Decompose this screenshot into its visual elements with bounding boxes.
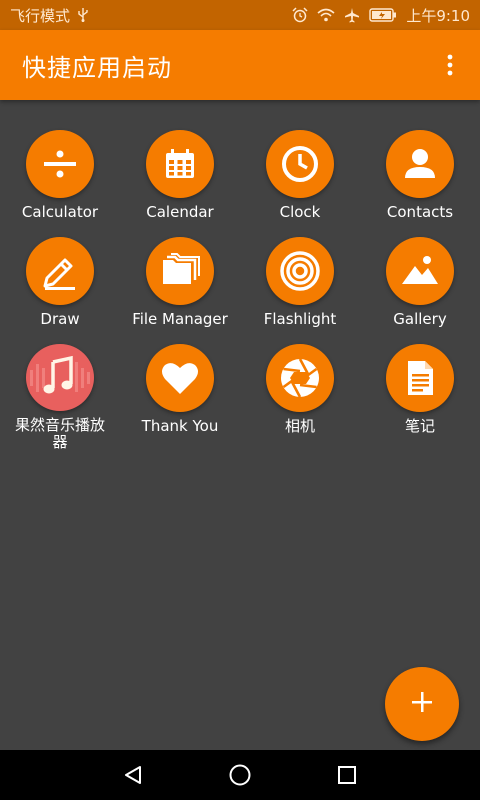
calculator-icon [26,130,94,198]
camera-icon [266,344,334,412]
status-right: 上午9:10 [292,5,470,26]
app-label: Thank You [141,417,219,435]
app-item-notes[interactable]: 笔记 [360,344,480,451]
app-label: Contacts [386,203,454,221]
app-item-music-player[interactable]: 果然音乐播放器 [0,344,120,451]
app-item-contacts[interactable]: Contacts [360,130,480,237]
add-button[interactable] [385,667,459,741]
app-item-camera[interactable]: 相机 [240,344,360,451]
app-item-file-manager[interactable]: File Manager [120,237,240,344]
app-label: 笔记 [404,417,435,435]
airplane-icon [344,7,360,23]
app-item-flashlight[interactable]: Flashlight [240,237,360,344]
wifi-icon [317,8,335,22]
usb-icon [78,8,88,22]
airplane-mode-text: 飞行模式 [10,6,71,25]
app-label: Gallery [393,310,447,328]
status-left: 飞行模式 [10,5,88,26]
alarm-icon [292,7,308,23]
app-label: Flashlight [263,310,337,328]
music-icon [26,344,94,411]
app-item-calculator[interactable]: Calculator [0,130,120,237]
app-label: File Manager [132,310,228,328]
app-label: Calendar [146,203,214,221]
gallery-icon [386,237,454,305]
app-item-clock[interactable]: Clock [240,130,360,237]
app-label: Clock [279,203,321,221]
app-item-thank-you[interactable]: Thank You [120,344,240,451]
app-label: 相机 [284,417,315,435]
notes-icon [386,344,454,412]
app-label: Draw [40,310,80,328]
add-icon [411,691,433,717]
app-label: Calculator [21,203,99,221]
recents-icon[interactable] [317,750,377,800]
app-label: 果然音乐播放器 [14,416,105,451]
app-grid: Calculator Calendar Clock Contacts Draw … [0,130,480,451]
flashlight-icon [266,237,334,305]
folder-icon [146,237,214,305]
back-icon[interactable] [103,750,163,800]
app-bar: 快捷应用启动 [0,30,480,100]
app-item-calendar[interactable]: Calendar [120,130,240,237]
draw-icon [26,237,94,305]
status-time: 上午9:10 [406,6,470,25]
battery-icon [369,8,397,22]
home-icon[interactable] [210,750,270,800]
app-item-draw[interactable]: Draw [0,237,120,344]
clock-icon [266,130,334,198]
status-bar: 飞行模式 上午9:10 [0,0,480,30]
app-title: 快捷应用启动 [22,53,172,82]
navigation-bar [0,750,480,800]
contacts-icon [386,130,454,198]
heart-icon [146,344,214,412]
app-item-gallery[interactable]: Gallery [360,237,480,344]
calendar-icon [146,130,214,198]
more-vert-icon[interactable] [438,50,462,80]
